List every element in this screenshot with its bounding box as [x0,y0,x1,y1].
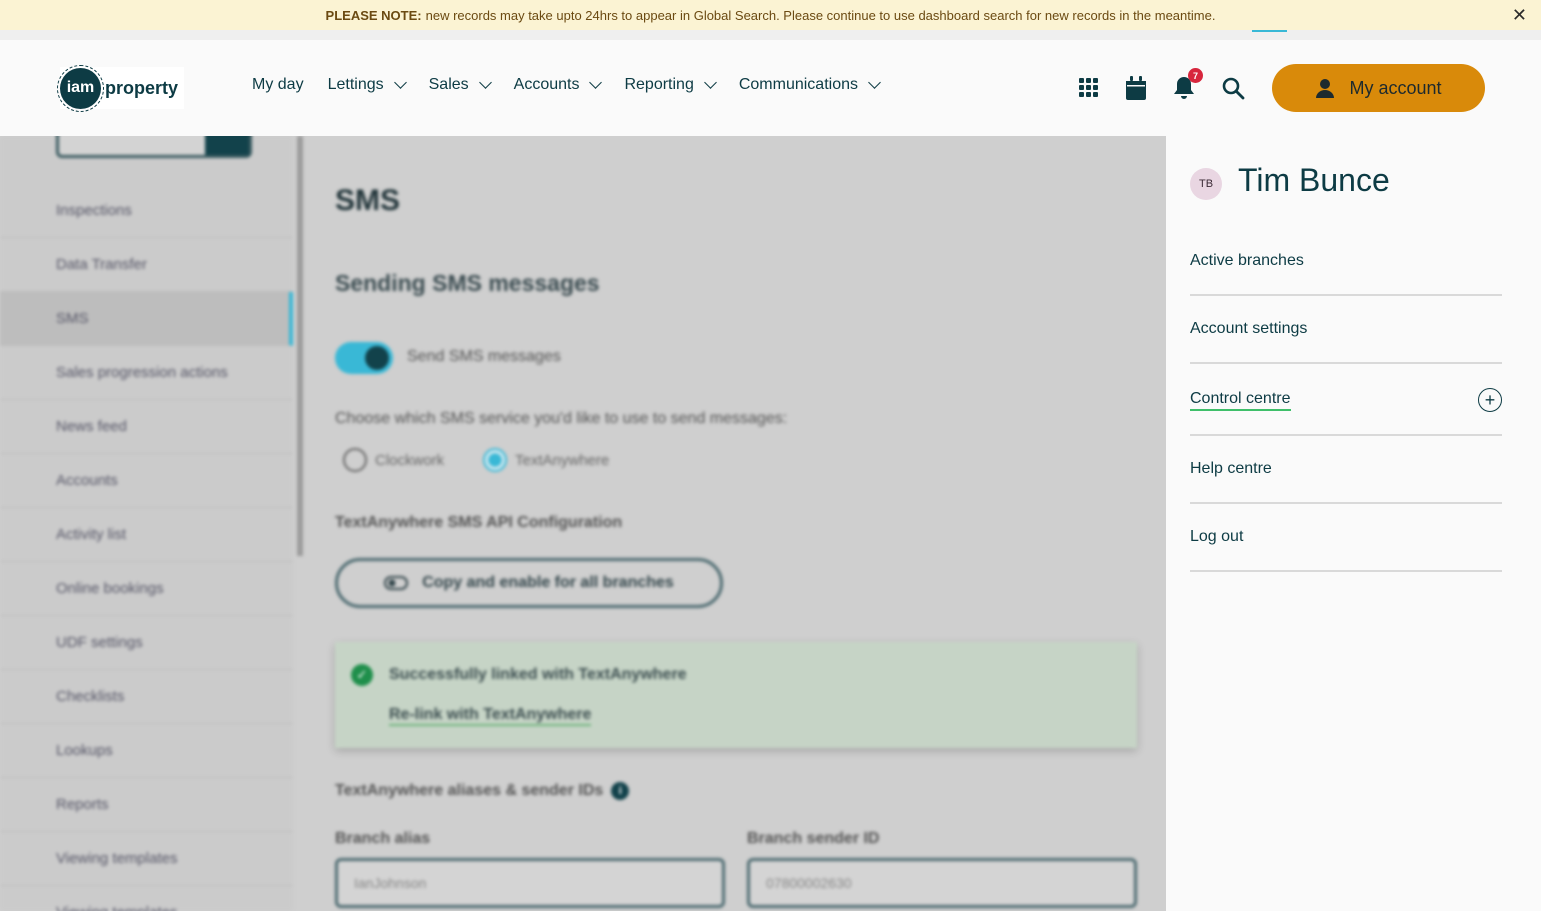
my-account-label: My account [1349,77,1442,98]
send-sms-toggle [335,342,393,374]
sidebar-item: Activity list [0,508,293,562]
sidebar-item: Viewing templates [0,886,293,911]
info-icon: i [611,782,630,800]
sidebar-item: Viewing templates [0,832,293,886]
sidebar-item: News feed [0,400,293,454]
sidebar-item: Data Transfer [0,238,293,292]
nav-label: Sales [428,76,469,93]
nav-label: Communications [738,76,858,93]
menu-label: Help centre [1190,460,1272,477]
aliases-label: TextAnywhere aliases & sender IDs i [335,782,630,800]
nav-lettings[interactable]: Lettings [327,76,407,94]
chevron-down-icon [478,76,492,89]
menu-label: Account settings [1190,320,1308,337]
sidebar-item: Inspections [0,184,293,238]
logo-mark: iam [57,64,104,112]
sidebar-item: Lookups [0,724,293,778]
nav-label: Reporting [624,76,694,93]
top-header: iam property My day Lettings Sales Accou… [0,40,1541,136]
chevron-down-icon [393,76,407,89]
nav-label: Accounts [513,76,580,93]
main-nav: My day Lettings Sales Accounts Reporting… [252,76,881,94]
search-icon[interactable] [1221,76,1245,100]
my-account-button[interactable]: My account [1272,64,1485,112]
radio-textanywhere [483,448,507,472]
menu-log-out[interactable]: Log out [1190,528,1502,572]
copy-enable-button: Copy and enable for all branches [335,558,723,608]
menu-control-centre[interactable]: Control centre + [1190,388,1502,436]
account-panel: TB Tim Bunce Active branches Account set… [1166,136,1541,911]
nav-label: Lettings [327,76,384,93]
aliases-text: TextAnywhere aliases & sender IDs [335,782,604,799]
user-icon [1316,79,1335,98]
apps-grid-icon[interactable] [1077,76,1101,100]
menu-label: Control centre [1190,390,1291,411]
branch-alias-label: Branch alias [335,830,431,847]
avatar: TB [1190,168,1222,200]
toggle-label: Send SMS messages [407,348,561,365]
sender-id-field: 07800002630 [747,858,1137,908]
menu-label: Active branches [1190,252,1304,269]
page-overlay-background[interactable]: Inspections Data Transfer SMS Sales prog… [0,136,1166,911]
plus-circle-icon[interactable]: + [1478,388,1502,412]
sidebar-item: Accounts [0,454,293,508]
radio-label: Clockwork [375,452,445,469]
sidebar-scrollbar [297,136,303,556]
nav-communications[interactable]: Communications [738,76,881,94]
tab-indicator [1252,30,1287,32]
menu-label: Log out [1190,528,1244,545]
sender-id-label: Branch sender ID [747,830,880,847]
radio-clockwork [343,448,367,472]
chevron-down-icon [703,76,717,89]
nav-label: My day [252,76,304,93]
notice-prefix: PLEASE NOTE: [325,7,422,23]
toggle-icon [384,576,409,590]
notification-badge: 7 [1188,68,1203,83]
chevron-down-icon [589,76,603,89]
sidebar-search-button [205,136,249,155]
copy-enable-label: Copy and enable for all branches [422,574,674,591]
notice-divider [0,30,1541,40]
sidebar-item: Online bookings [0,562,293,616]
success-text: Successfully linked with TextAnywhere [389,666,687,683]
bell-icon[interactable]: 7 [1173,68,1203,100]
notice-text: new records may take upto 24hrs to appea… [425,7,1216,23]
branch-alias-field: IanJohnson [335,858,725,908]
toggle-knob [365,346,389,370]
nav-sales[interactable]: Sales [428,76,492,94]
nav-my-day[interactable]: My day [252,76,304,94]
logo[interactable]: iam property [57,64,185,112]
calendar-icon[interactable] [1125,76,1149,100]
check-circle-icon: ✓ [351,664,373,686]
relink-link: Re-link with TextAnywhere [389,706,592,726]
sidebar-item: Reports [0,778,293,832]
menu-help-centre[interactable]: Help centre [1190,460,1502,504]
success-alert: ✓ Successfully linked with TextAnywhere … [335,642,1137,748]
menu-account-settings[interactable]: Account settings [1190,320,1502,364]
chevron-down-icon [868,76,881,89]
sidebar-search [56,136,252,158]
section-title: Sending SMS messages [335,270,600,296]
sidebar-item: Checklists [0,670,293,724]
sidebar-item: Sales progression actions [0,346,293,400]
sidebar-item: UDF settings [0,616,293,670]
radio-label: TextAnywhere [515,452,610,469]
nav-reporting[interactable]: Reporting [624,76,717,94]
logo-word: property [105,77,179,98]
choose-service-label: Choose which SMS service you'd like to u… [335,410,788,427]
nav-accounts[interactable]: Accounts [513,76,603,94]
config-label: TextAnywhere SMS API Configuration [335,514,623,531]
notice-banner: PLEASE NOTE: new records may take upto 2… [0,0,1541,30]
sidebar-item-active: SMS [0,292,293,346]
menu-active-branches[interactable]: Active branches [1190,252,1502,296]
page-title: SMS [335,184,401,217]
close-icon[interactable]: ✕ [1512,5,1527,26]
user-name: Tim Bunce [1238,162,1390,198]
settings-sidebar: Inspections Data Transfer SMS Sales prog… [0,136,293,911]
sms-settings-main: SMS Sending SMS messages Send SMS messag… [335,136,1145,911]
